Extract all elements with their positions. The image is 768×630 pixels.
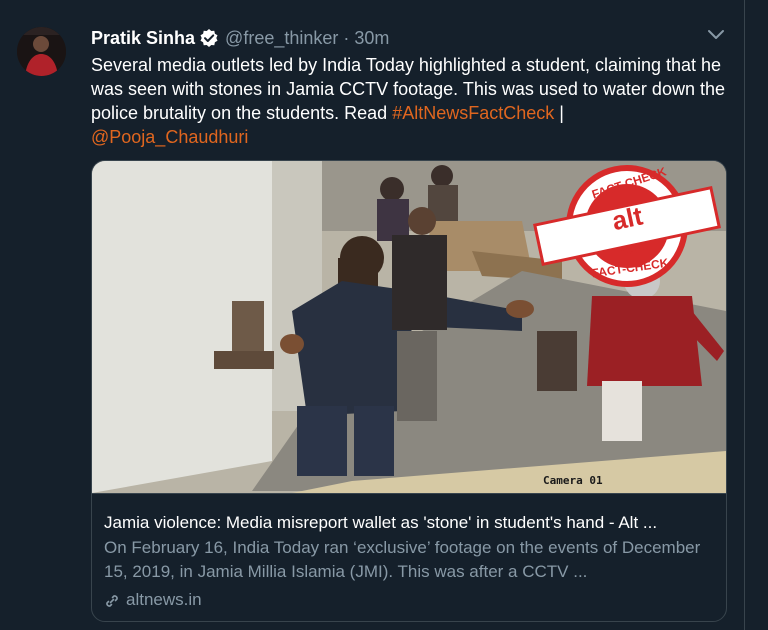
card-body[interactable]: Jamia violence: Media misreport wallet a… xyxy=(92,493,726,621)
chevron-down-icon[interactable] xyxy=(706,28,726,42)
author-name[interactable]: Pratik Sinha xyxy=(91,28,195,49)
tweet-header: Pratik Sinha @free_thinker · 30m xyxy=(91,26,389,50)
card-domain-text: altnews.in xyxy=(126,590,202,609)
author-handle[interactable]: @free_thinker xyxy=(225,28,338,49)
link-preview-card[interactable]: FACT-CHECK FACT-CHECK alt news Camera 01 … xyxy=(91,160,727,622)
card-title[interactable]: Jamia violence: Media misreport wallet a… xyxy=(104,512,716,534)
card-image[interactable]: FACT-CHECK FACT-CHECK alt news Camera 01 xyxy=(92,161,726,493)
card-description: On February 16, India Today ran ‘exclusi… xyxy=(104,538,701,581)
timeline-divider xyxy=(744,0,745,630)
header-separator: · xyxy=(343,27,350,48)
author-avatar[interactable] xyxy=(17,27,66,76)
camera-label: Camera 01 xyxy=(543,474,603,487)
mention-link[interactable]: @Pooja_Chaudhuri xyxy=(91,127,248,147)
tweet-timestamp[interactable]: 30m xyxy=(354,28,389,49)
link-icon xyxy=(104,592,120,608)
avatar-image xyxy=(17,27,66,76)
text-pipe: | xyxy=(554,103,564,123)
tweet-text: Several media outlets led by India Today… xyxy=(91,53,731,149)
stamp-logo-text: alt xyxy=(609,200,646,237)
hashtag-link[interactable]: #AltNewsFactCheck xyxy=(392,103,554,123)
verified-badge-icon xyxy=(199,28,219,48)
card-domain[interactable]: altnews.in xyxy=(104,588,202,612)
